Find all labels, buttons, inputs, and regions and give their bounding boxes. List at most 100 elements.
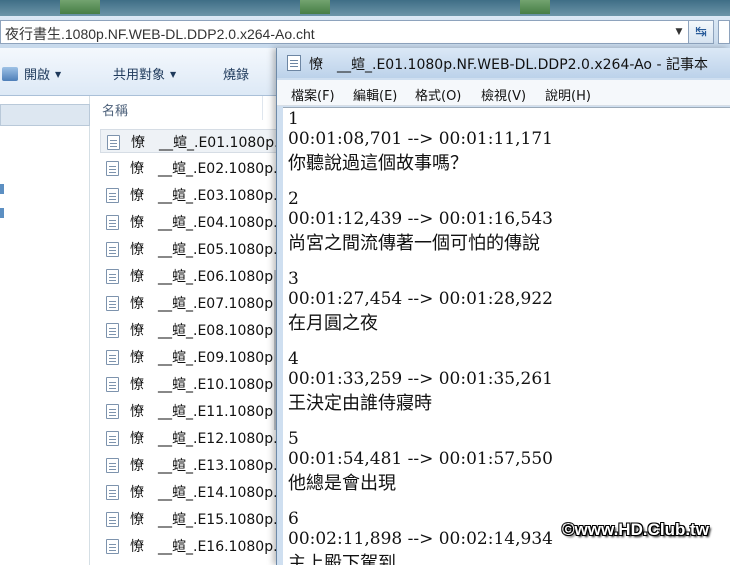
- watermark-text: ©www.HD.Club.tw: [562, 520, 709, 539]
- text-file-icon: [106, 404, 119, 419]
- subtitle-text: 主上殿下駕到: [288, 553, 396, 565]
- file-name: 憭 __蝖_.E05.1080p.: [130, 242, 278, 258]
- file-list-item[interactable]: 憭 __蝖_.E06.1080p.: [100, 264, 280, 288]
- notepad-title-bar[interactable]: 憭 __蝖_.E01.1080p.NF.WEB-DL.DDP2.0.x264-A…: [277, 48, 730, 78]
- subtitle-text: 在月圓之夜: [288, 313, 378, 334]
- file-list-item[interactable]: 憭 __蝖_.E10.1080p.: [100, 372, 280, 396]
- subtitle-index: 4: [288, 349, 299, 369]
- notepad-menu-bar: 檔案(F) 編輯(E) 格式(O) 檢視(V) 說明(H): [277, 80, 730, 106]
- file-list-item[interactable]: 憭 __蝖_.E16.1080p.: [100, 534, 280, 558]
- text-file-icon: [106, 512, 119, 527]
- nav-marker: [0, 184, 4, 194]
- file-name: 憭 __蝖_.E06.1080p.: [130, 269, 278, 285]
- chevron-down-icon: ▼: [170, 70, 177, 79]
- menu-edit[interactable]: 編輯(E): [353, 85, 397, 104]
- text-file-icon: [107, 135, 120, 150]
- subtitle-text: 他總是會出現: [288, 473, 396, 494]
- burn-label: 燒錄: [223, 68, 250, 83]
- menu-format[interactable]: 格式(O): [415, 85, 461, 104]
- file-name: 憭 __蝖_.E16.1080p.: [130, 539, 278, 555]
- text-file-icon: [106, 188, 119, 203]
- subtitle-index: 3: [288, 269, 299, 289]
- notepad-window: 憭 __蝖_.E01.1080p.NF.WEB-DL.DDP2.0.x264-A…: [276, 48, 730, 565]
- subtitle-timecode: 00:02:11,898 --> 00:02:14,934: [288, 529, 553, 549]
- text-file-icon: [106, 296, 119, 311]
- chevron-down-icon: ▼: [55, 70, 62, 79]
- text-file-icon: [106, 539, 119, 554]
- navigation-pane[interactable]: [0, 96, 90, 565]
- file-name: 憭 __蝖_.E03.1080p.: [130, 188, 278, 204]
- address-input[interactable]: 夜行書生.1080p.NF.WEB-DL.DDP2.0.x264-Ao.cht: [0, 20, 690, 44]
- subtitle-text: 你聽說過這個故事嗎？: [288, 153, 468, 174]
- file-name: 憭 __蝖_.E13.1080p.: [130, 458, 278, 474]
- subtitle-timecode: 00:01:27,454 --> 00:01:28,922: [288, 289, 553, 309]
- file-list-item[interactable]: 憭 __蝖_.E07.1080p.: [100, 291, 280, 315]
- refresh-icon[interactable]: ↹: [688, 20, 714, 44]
- notepad-text-area[interactable]: 1 00:01:08,701 --> 00:01:11,171 你聽說過這個故事嗎？…: [283, 107, 730, 565]
- file-list-item[interactable]: 憭 __蝖_.E12.1080p.: [100, 426, 280, 450]
- column-separator[interactable]: [262, 96, 263, 120]
- file-name: 憭 __蝖_.E01.1080p.: [131, 135, 279, 151]
- file-list-item[interactable]: 憭 __蝖_.E15.1080p.: [100, 507, 280, 531]
- file-list-item[interactable]: 憭 __蝖_.E09.1080p.: [100, 345, 280, 369]
- nav-selected-item[interactable]: [0, 104, 90, 126]
- menu-help[interactable]: 說明(H): [545, 85, 591, 104]
- file-name: 憭 __蝖_.E07.1080p.: [130, 296, 278, 312]
- subtitle-timecode: 00:01:54,481 --> 00:01:57,550: [288, 449, 553, 469]
- subtitle-index: 2: [288, 189, 299, 209]
- nav-marker: [0, 208, 4, 218]
- subtitle-index: 6: [288, 509, 299, 529]
- file-name: 憭 __蝖_.E14.1080p.: [130, 485, 278, 501]
- file-list-item[interactable]: 憭 __蝖_.E14.1080p.: [100, 480, 280, 504]
- open-label: 開啟: [24, 68, 51, 83]
- text-file-icon: [106, 215, 119, 230]
- file-list: 名稱 憭 __蝖_.E01.1080p. 憭 __蝖_.E02.1080p. 憭 _…: [90, 96, 280, 565]
- burn-button[interactable]: 燒錄: [223, 64, 249, 83]
- text-file-icon: [106, 242, 119, 257]
- notepad-icon: [287, 55, 301, 71]
- file-name: 憭 __蝖_.E12.1080p.: [130, 431, 278, 447]
- file-name: 憭 __蝖_.E02.1080p.: [130, 161, 278, 177]
- file-list-item[interactable]: 憭 __蝖_.E13.1080p.: [100, 453, 280, 477]
- subtitle-timecode: 00:01:12,439 --> 00:01:16,543: [288, 209, 553, 229]
- subtitle-index: 5: [288, 429, 299, 449]
- file-list-item[interactable]: 憭 __蝖_.E05.1080p.: [100, 237, 280, 261]
- file-name: 憭 __蝖_.E10.1080p.: [130, 377, 278, 393]
- menu-view[interactable]: 檢視(V): [481, 85, 526, 104]
- file-name: 憭 __蝖_.E04.1080p.: [130, 215, 278, 231]
- text-file-icon: [106, 377, 119, 392]
- file-name: 憭 __蝖_.E08.1080p.: [130, 323, 278, 339]
- subtitle-timecode: 00:01:33,259 --> 00:01:35,261: [288, 369, 553, 389]
- file-name: 憭 __蝖_.E11.1080p.: [130, 404, 278, 420]
- menu-file[interactable]: 檔案(F): [291, 85, 335, 104]
- file-name: 憭 __蝖_.E15.1080p.: [130, 512, 278, 528]
- subtitle-timecode: 00:01:08,701 --> 00:01:11,171: [288, 129, 553, 149]
- chevron-down-icon[interactable]: ▼: [670, 21, 688, 43]
- taskbar-thumb-icon: [520, 0, 550, 14]
- subtitle-text: 王決定由誰侍寢時: [288, 393, 432, 414]
- notepad-title: 憭 __蝖_.E01.1080p.NF.WEB-DL.DDP2.0.x264-A…: [309, 57, 708, 73]
- subtitle-index: 1: [288, 109, 299, 129]
- search-input[interactable]: [718, 20, 730, 44]
- subtitle-text: 尚宮之間流傳著一個可怕的傳說: [288, 233, 540, 254]
- share-button[interactable]: 共用對象 ▼: [113, 64, 176, 83]
- file-list-item[interactable]: 憭 __蝖_.E08.1080p.: [100, 318, 280, 342]
- address-bar: 夜行書生.1080p.NF.WEB-DL.DDP2.0.x264-Ao.cht …: [0, 16, 730, 48]
- file-list-item[interactable]: 憭 __蝖_.E04.1080p.: [100, 210, 280, 234]
- file-list-item[interactable]: 憭 __蝖_.E11.1080p.: [100, 399, 280, 423]
- taskbar-thumb-icon: [300, 0, 330, 14]
- file-list-item[interactable]: 憭 __蝖_.E03.1080p.: [100, 183, 280, 207]
- file-list-item[interactable]: 憭 __蝖_.E02.1080p.: [100, 156, 280, 180]
- folder-icon: [2, 67, 18, 81]
- top-strip: [0, 0, 730, 16]
- text-file-icon: [106, 161, 119, 176]
- text-file-icon: [106, 350, 119, 365]
- share-label: 共用對象: [113, 68, 166, 83]
- text-file-icon: [106, 323, 119, 338]
- file-name: 憭 __蝖_.E09.1080p.: [130, 350, 278, 366]
- text-file-icon: [106, 269, 119, 284]
- file-list-item[interactable]: 憭 __蝖_.E01.1080p.: [100, 129, 280, 153]
- text-file-icon: [106, 458, 119, 473]
- column-header-name[interactable]: 名稱: [102, 100, 128, 119]
- open-button[interactable]: 開啟 ▼: [2, 64, 61, 83]
